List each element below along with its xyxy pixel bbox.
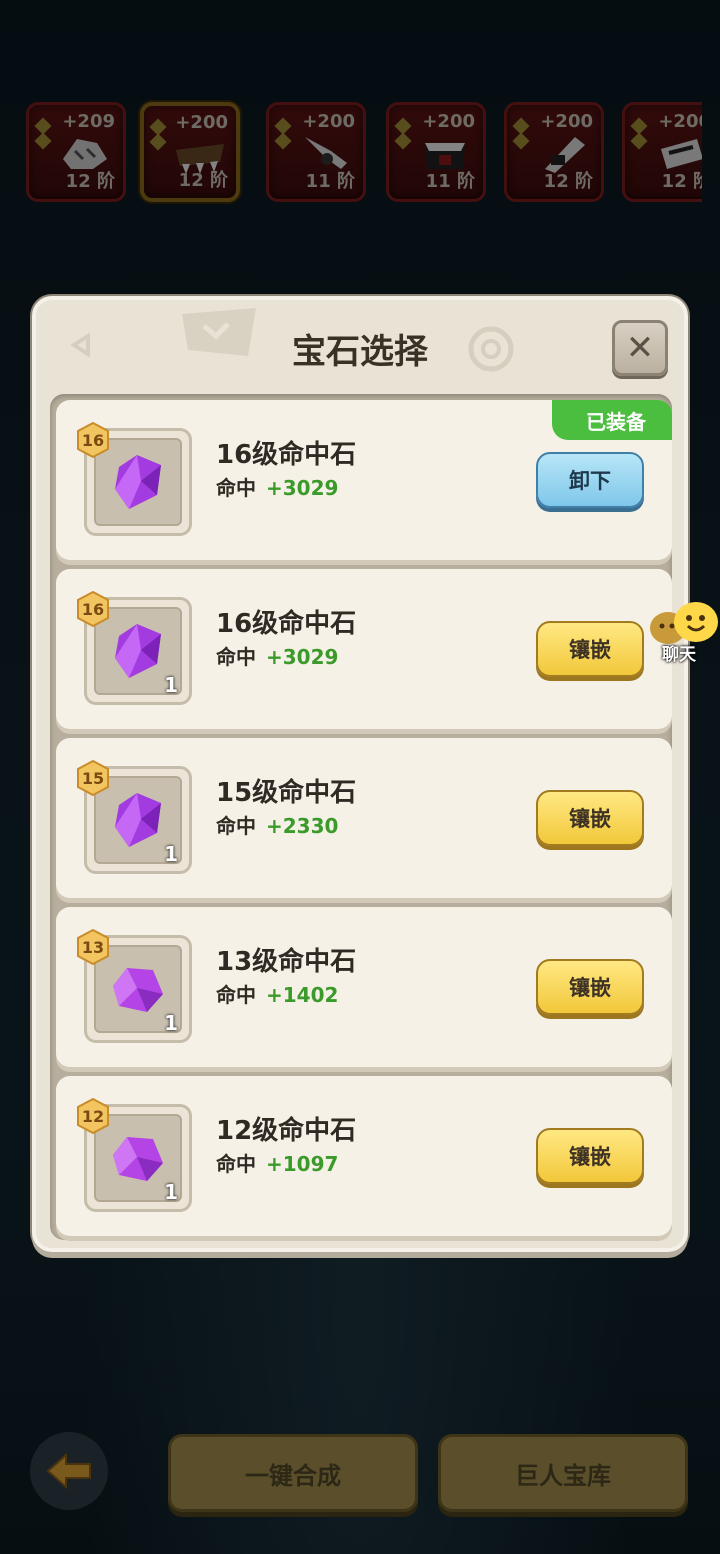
gem-stat: 命中 +3029	[216, 472, 338, 501]
close-icon: ✕	[625, 328, 655, 368]
inlay-button[interactable]: 镶嵌	[536, 1128, 644, 1184]
gem-name: 15级命中石	[216, 778, 357, 808]
back-arrow-icon	[46, 1452, 91, 1490]
stat-label: 命中	[216, 476, 256, 500]
one-click-merge-button[interactable]: 一键合成	[168, 1434, 418, 1512]
stat-label: 命中	[216, 645, 256, 669]
level-badge-text: 16	[81, 430, 105, 450]
back-button[interactable]	[30, 1432, 108, 1510]
level-badge-text: 16	[81, 599, 105, 619]
modal-title: 宝石选择	[292, 332, 428, 372]
stat-value: +1402	[266, 983, 339, 1007]
purple-gem-icon	[115, 793, 161, 847]
gem-quantity: 1	[164, 842, 178, 866]
unequip-button[interactable]: 卸下	[536, 452, 644, 508]
gem-quantity: 1	[164, 1180, 178, 1204]
close-button[interactable]: ✕	[612, 320, 668, 376]
gem-name: 16级命中石	[216, 440, 357, 470]
level-badge: 16	[76, 591, 110, 627]
gem-list: 已装备 16 16级命中石 命中 +3029 卸下 16 1 16级命中石 命中…	[50, 394, 672, 1240]
level-badge-text: 12	[81, 1106, 105, 1126]
gem-name: 16级命中石	[216, 609, 357, 639]
purple-gem-icon	[115, 455, 161, 509]
purple-gem-icon	[115, 624, 161, 678]
purple-gem-icon	[113, 968, 163, 1012]
gem-stat: 命中 +3029	[216, 641, 338, 670]
stat-value: +3029	[266, 476, 339, 500]
gem-card: 13 1 13级命中石 命中 +1402 镶嵌	[56, 907, 672, 1067]
inlay-button[interactable]: 镶嵌	[536, 790, 644, 846]
gem-name: 13级命中石	[216, 947, 357, 977]
stat-label: 命中	[216, 814, 256, 838]
level-badge: 15	[76, 760, 110, 796]
gem-card: 15 1 15级命中石 命中 +2330 镶嵌	[56, 738, 672, 898]
gem-card: 12 1 12级命中石 命中 +1097 镶嵌	[56, 1076, 672, 1236]
level-badge-text: 13	[81, 937, 105, 957]
chat-label: 聊天	[662, 645, 696, 665]
equipped-tag: 已装备	[552, 400, 672, 440]
gem-stat: 命中 +1402	[216, 979, 338, 1008]
stat-label: 命中	[216, 983, 256, 1007]
level-badge: 16	[76, 422, 110, 458]
gem-stat: 命中 +1097	[216, 1148, 338, 1177]
gem-card: 16 1 16级命中石 命中 +3029 镶嵌	[56, 569, 672, 729]
level-badge: 13	[76, 929, 110, 965]
stat-value: +1097	[266, 1152, 339, 1176]
giant-vault-button[interactable]: 巨人宝库	[438, 1434, 688, 1512]
gem-name: 12级命中石	[216, 1116, 357, 1146]
purple-gem-icon	[113, 1137, 163, 1181]
gem-select-modal: 宝石选择 ✕ 已装备 16 16级命中石 命中 +3029 卸下 16 1 16…	[32, 296, 688, 1252]
stat-value: +3029	[266, 645, 339, 669]
gem-quantity: 1	[164, 673, 178, 697]
gem-card: 已装备 16 16级命中石 命中 +3029 卸下	[56, 400, 672, 560]
inlay-button[interactable]: 镶嵌	[536, 959, 644, 1015]
level-badge-text: 15	[81, 768, 105, 788]
stat-value: +2330	[266, 814, 339, 838]
level-badge: 12	[76, 1098, 110, 1134]
chat-button[interactable]: 聊天	[646, 598, 720, 668]
gem-stat: 命中 +2330	[216, 810, 338, 839]
gem-quantity: 1	[164, 1011, 178, 1035]
stat-label: 命中	[216, 1152, 256, 1176]
inlay-button[interactable]: 镶嵌	[536, 621, 644, 677]
